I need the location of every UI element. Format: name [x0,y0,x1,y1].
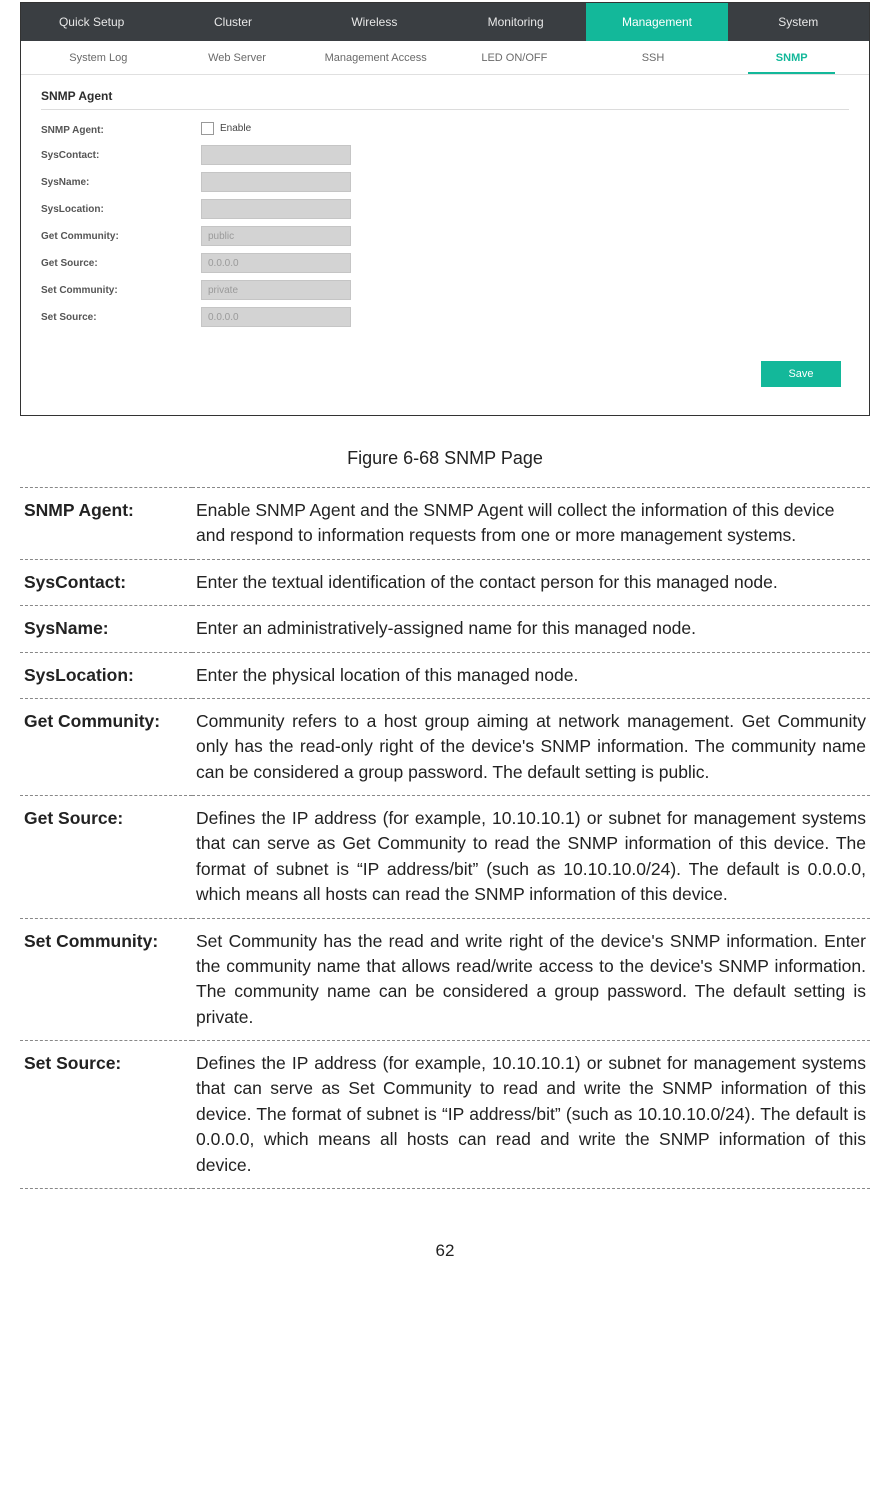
desc-row: SysContact:Enter the textual identificat… [20,559,870,605]
nav-cluster[interactable]: Cluster [162,3,303,41]
snmp-panel: SNMP Agent SNMP Agent: Enable SysContact… [21,75,869,415]
desc-definition: Defines the IP address (for example, 10.… [192,796,870,919]
router-admin-screenshot: Quick Setup Cluster Wireless Monitoring … [20,2,870,416]
label-get-source: Get Source: [41,258,201,269]
label-syslocation: SysLocation: [41,204,201,215]
desc-row: SysLocation:Enter the physical location … [20,652,870,698]
nav-wireless[interactable]: Wireless [304,3,445,41]
desc-row: SNMP Agent:Enable SNMP Agent and the SNM… [20,488,870,560]
enable-checkbox-label: Enable [220,123,251,134]
input-set-community[interactable] [201,280,351,300]
subnav-snmp[interactable]: SNMP [722,41,861,74]
panel-title: SNMP Agent [41,89,849,110]
desc-term: Set Source: [20,1041,192,1189]
nav-system[interactable]: System [728,3,869,41]
desc-term: Set Community: [20,918,192,1041]
input-set-source[interactable] [201,307,351,327]
enable-checkbox-wrap[interactable]: Enable [201,122,251,135]
desc-definition: Set Community has the read and write rig… [192,918,870,1041]
nav-quick-setup[interactable]: Quick Setup [21,3,162,41]
desc-term: SysContact: [20,559,192,605]
desc-row: Set Source:Defines the IP address (for e… [20,1041,870,1189]
desc-row: Set Community:Set Community has the read… [20,918,870,1041]
figure-caption: Figure 6-68 SNMP Page [20,448,870,469]
desc-term: SNMP Agent: [20,488,192,560]
desc-term: Get Source: [20,796,192,919]
desc-definition: Community refers to a host group aiming … [192,698,870,795]
label-set-source: Set Source: [41,312,201,323]
nav-management[interactable]: Management [586,3,727,41]
input-get-community[interactable] [201,226,351,246]
save-button[interactable]: Save [761,361,841,387]
subnav-system-log[interactable]: System Log [29,41,168,74]
secondary-nav: System Log Web Server Management Access … [21,41,869,75]
label-set-community: Set Community: [41,285,201,296]
desc-definition: Enable SNMP Agent and the SNMP Agent wil… [192,488,870,560]
nav-monitoring[interactable]: Monitoring [445,3,586,41]
desc-term: SysLocation: [20,652,192,698]
desc-definition: Enter the textual identification of the … [192,559,870,605]
desc-definition: Enter an administratively-assigned name … [192,606,870,652]
desc-definition: Enter the physical location of this mana… [192,652,870,698]
subnav-led-onoff[interactable]: LED ON/OFF [445,41,584,74]
label-snmp-agent: SNMP Agent: [41,125,201,136]
desc-row: SysName:Enter an administratively-assign… [20,606,870,652]
primary-nav: Quick Setup Cluster Wireless Monitoring … [21,3,869,41]
subnav-management-access[interactable]: Management Access [306,41,445,74]
input-get-source[interactable] [201,253,351,273]
label-syscontact: SysContact: [41,150,201,161]
page-number: 62 [20,1241,870,1261]
desc-row: Get Source:Defines the IP address (for e… [20,796,870,919]
enable-checkbox[interactable] [201,122,214,135]
label-sysname: SysName: [41,177,201,188]
input-sysname[interactable] [201,172,351,192]
subnav-web-server[interactable]: Web Server [168,41,307,74]
desc-term: SysName: [20,606,192,652]
desc-row: Get Community:Community refers to a host… [20,698,870,795]
input-syscontact[interactable] [201,145,351,165]
description-table: SNMP Agent:Enable SNMP Agent and the SNM… [20,487,870,1189]
subnav-ssh[interactable]: SSH [584,41,723,74]
label-get-community: Get Community: [41,231,201,242]
desc-definition: Defines the IP address (for example, 10.… [192,1041,870,1189]
input-syslocation[interactable] [201,199,351,219]
desc-term: Get Community: [20,698,192,795]
